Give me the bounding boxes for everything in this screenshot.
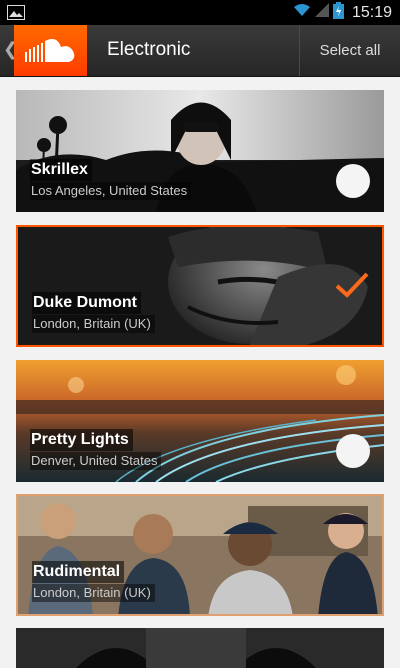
artist-card-pretty-lights[interactable]: Pretty Lights Denver, United States <box>16 360 384 482</box>
artist-card-rudimental[interactable]: Rudimental London, Britain (UK) <box>16 494 384 616</box>
page-title: Electronic <box>107 39 191 60</box>
artist-name: Skrillex <box>30 159 92 181</box>
artist-location: Los Angeles, United States <box>30 182 192 200</box>
soundcloud-logo[interactable] <box>14 25 87 76</box>
artist-location: London, Britain (UK) <box>32 584 155 602</box>
checkmark-icon[interactable] <box>332 265 372 305</box>
select-all-button[interactable]: Select all <box>300 25 400 76</box>
artist-name: Rudimental <box>32 561 125 583</box>
artist-name: Duke Dumont <box>32 292 141 314</box>
battery-icon <box>332 1 344 24</box>
artist-card-duke-dumont[interactable]: Duke Dumont London, Britain (UK) <box>16 225 384 347</box>
follow-toggle[interactable] <box>336 434 370 468</box>
action-bar: ❮ Electronic Select all <box>0 25 400 77</box>
wifi-icon <box>293 3 311 22</box>
artist-photo <box>16 628 384 668</box>
artist-card-skrillex[interactable]: Skrillex Los Angeles, United States <box>16 90 384 212</box>
status-bar: 15:19 <box>0 0 400 25</box>
artist-card-partial[interactable] <box>16 628 384 668</box>
artist-location: London, Britain (UK) <box>32 315 155 333</box>
gallery-notification-icon <box>7 5 25 25</box>
artist-name: Pretty Lights <box>30 429 133 451</box>
artist-location: Denver, United States <box>30 452 162 470</box>
soundcloud-cloud-icon <box>24 38 74 62</box>
status-time: 15:19 <box>351 3 392 21</box>
follow-toggle[interactable] <box>336 164 370 198</box>
signal-icon <box>314 3 329 22</box>
